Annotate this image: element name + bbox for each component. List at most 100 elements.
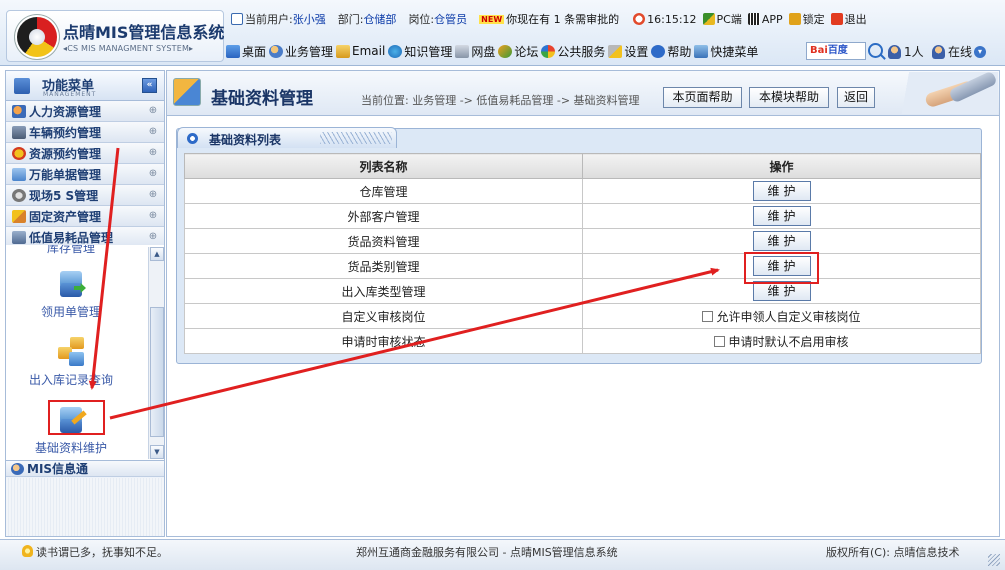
- custom-approver-option[interactable]: 允许申领人自定义审核岗位: [582, 303, 981, 329]
- app-link[interactable]: APP: [762, 13, 783, 26]
- collapse-sidebar-button[interactable]: «: [142, 78, 157, 93]
- sidebar-header: 功能菜单 MANAGEMENT «: [6, 71, 164, 101]
- chevron-down-icon: ▾: [974, 45, 987, 58]
- maintain-button[interactable]: 维护: [752, 231, 811, 251]
- table-row: 货品类别管理 维护: [184, 253, 981, 279]
- default-no-review-option[interactable]: 申请时默认不启用审核: [582, 328, 981, 354]
- position-label: 岗位:: [408, 13, 435, 26]
- user-card-icon: [231, 13, 243, 25]
- highlight-box: [744, 252, 819, 284]
- asset-icon: [12, 209, 26, 223]
- online-users-icon: [888, 44, 901, 59]
- business-icon: [269, 44, 284, 58]
- maintain-button[interactable]: 维护: [752, 181, 811, 201]
- form-icon: [12, 167, 26, 181]
- current-user-label: 当前用户:: [245, 13, 293, 26]
- settings-icon: [608, 44, 623, 58]
- nav-email[interactable]: Email: [336, 44, 385, 58]
- left-sidebar: 功能菜单 MANAGEMENT « 人力资源管理 ⊕ 车辆预约管理 ⊕ 资源预约管理…: [5, 70, 165, 537]
- requisition-icon: [56, 269, 86, 299]
- col-header-name: 列表名称: [184, 153, 583, 179]
- nav-settings[interactable]: 设置: [608, 43, 648, 60]
- search-icon[interactable]: [868, 43, 883, 58]
- table-row: 货品资料管理 维护: [184, 228, 981, 254]
- scroll-up-icon[interactable]: ▲: [150, 247, 164, 261]
- disk-icon: [455, 44, 470, 58]
- current-user-value: 张小强: [292, 13, 326, 26]
- menu-group-car[interactable]: 车辆预约管理 ⊕: [6, 122, 164, 143]
- forum-icon: [498, 44, 513, 58]
- submenu-item-requisition[interactable]: 领用单管理: [6, 269, 136, 320]
- clock-icon: [633, 13, 646, 25]
- lock-icon[interactable]: [788, 13, 801, 25]
- page-help-button[interactable]: 本页面帮助: [663, 87, 742, 108]
- maintain-button[interactable]: 维护: [752, 206, 811, 226]
- online-count[interactable]: 1人: [888, 43, 924, 60]
- menu-group-mis[interactable]: MIS信息通: [6, 461, 164, 477]
- nav-quick-menu[interactable]: 快捷菜单: [694, 43, 758, 60]
- logo-emblem-icon: [17, 17, 57, 57]
- resource-icon: [12, 146, 26, 160]
- lightbulb-icon: [22, 545, 33, 557]
- row-name: 货品资料管理: [184, 228, 583, 254]
- menu-group-forms[interactable]: 万能单据管理 ⊕: [6, 164, 164, 185]
- nav-forum[interactable]: 论坛: [498, 43, 538, 60]
- nav-public-service[interactable]: 公共服务: [541, 43, 605, 60]
- pc-client-icon[interactable]: [702, 13, 715, 25]
- footer-company: 郑州互通商金融服务有限公司 - 点晴MIS管理信息系统: [356, 546, 618, 559]
- footer-motto: 读书谓已多，抚事知不足。: [36, 546, 168, 559]
- row-name: 自定义审核岗位: [184, 303, 583, 329]
- knowledge-icon: [388, 44, 403, 58]
- custom-approver-checkbox[interactable]: [702, 310, 714, 322]
- exit-icon[interactable]: [830, 13, 843, 25]
- maintain-button[interactable]: 维护: [752, 281, 811, 301]
- back-button[interactable]: 返回: [837, 87, 875, 108]
- qr-code-icon[interactable]: [747, 13, 760, 25]
- scroll-thumb[interactable]: [150, 307, 164, 437]
- low-value-icon: [12, 230, 26, 244]
- status-bar: 读书谓已多，抚事知不足。 郑州互通商金融服务有限公司 - 点晴MIS管理信息系统…: [0, 539, 1005, 570]
- collapse-icon: ⊕: [148, 231, 158, 242]
- menu-group-resource[interactable]: 资源预约管理 ⊕: [6, 143, 164, 164]
- baidu-search-input[interactable]: Bai百度: [806, 42, 866, 60]
- sidebar-subtitle: MANAGEMENT: [43, 91, 97, 98]
- pc-client-link[interactable]: PC端: [717, 11, 742, 27]
- row-name: 出入库类型管理: [184, 278, 583, 304]
- app-title: 点晴MIS管理信息系统: [63, 23, 225, 42]
- footer-copyright: 版权所有(C): 点晴信息技术: [826, 546, 960, 559]
- position-value: 仓管员: [434, 13, 468, 26]
- menu-group-assets[interactable]: 固定资产管理 ⊕: [6, 206, 164, 227]
- table-row: 出入库类型管理 维护: [184, 278, 981, 304]
- top-header: 点晴MIS管理信息系统 ◂CS MIS MANAGMENT SYSTEM▸ 当前…: [0, 0, 1005, 66]
- row-name: 申请时审核状态: [184, 328, 583, 354]
- clock-time: 16:15:12: [647, 12, 697, 26]
- exit-link[interactable]: 退出: [845, 11, 867, 27]
- breadcrumb: 当前位置: 业务管理 -> 低值易耗品管理 -> 基础资料管理: [361, 94, 640, 107]
- panel-tab: 基础资料列表: [177, 127, 397, 148]
- row-name: 仓库管理: [184, 178, 583, 204]
- lock-link[interactable]: 锁定: [803, 11, 825, 27]
- table-row: 仓库管理 维护: [184, 178, 981, 204]
- submenu-item-inventory[interactable]: 库存管理: [6, 245, 136, 256]
- quick-menu-icon: [694, 44, 709, 58]
- mail-icon: [336, 44, 351, 58]
- submenu-item-stock-records[interactable]: 出入库记录查询: [6, 337, 136, 388]
- nav-business[interactable]: 业务管理: [269, 43, 333, 60]
- resize-grip-icon[interactable]: [988, 554, 1000, 566]
- scroll-down-icon[interactable]: ▼: [150, 445, 164, 459]
- online-status-dropdown[interactable]: 在线 ▾: [932, 43, 987, 60]
- module-help-button[interactable]: 本模块帮助: [749, 87, 829, 108]
- nav-desktop[interactable]: 桌面: [226, 43, 266, 60]
- nav-knowledge[interactable]: 知识管理: [388, 43, 452, 60]
- menu-group-5s[interactable]: 现场5 S管理 ⊕: [6, 185, 164, 206]
- menu-group-hr[interactable]: 人力资源管理 ⊕: [6, 101, 164, 122]
- expand-icon: ⊕: [148, 168, 158, 179]
- nav-help[interactable]: 帮助: [651, 43, 691, 60]
- nav-disk[interactable]: 网盘: [455, 43, 495, 60]
- app-subtitle: ◂CS MIS MANAGMENT SYSTEM▸: [63, 44, 194, 53]
- row-name: 外部客户管理: [184, 203, 583, 229]
- submenu-scrollbar[interactable]: ▲ ▼: [148, 247, 164, 459]
- default-no-review-checkbox[interactable]: [714, 335, 726, 347]
- pending-approval-link[interactable]: 你现在有 1 条需审批的: [506, 11, 619, 27]
- col-header-action: 操作: [582, 153, 981, 179]
